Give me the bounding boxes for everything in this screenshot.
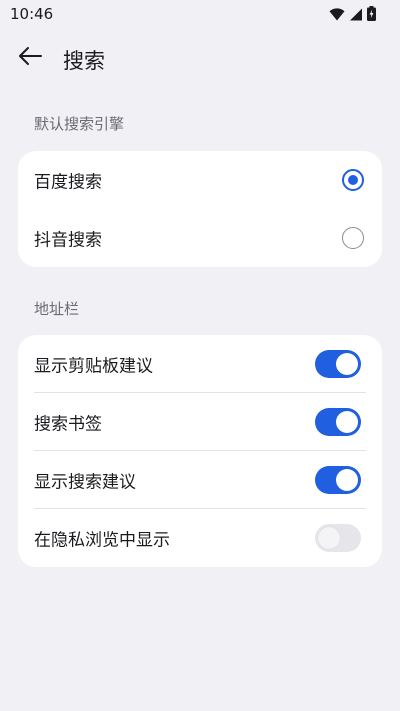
cellular-signal-icon [349,6,363,25]
section-label-default-search-engine: 默认搜索引擎 [34,115,125,133]
toggle-switch[interactable] [315,408,361,436]
setting-label: 搜索书签 [34,414,102,435]
status-time: 10:46 [10,5,54,23]
wifi-icon [329,6,345,25]
search-engine-option-douyin[interactable]: 抖音搜索 [18,209,382,267]
search-engine-option-baidu[interactable]: 百度搜索 [18,151,382,209]
radio-button-unselected[interactable] [342,227,364,249]
toggle-switch[interactable] [315,524,361,552]
address-bar-card: 显示剪贴板建议 搜索书签 显示搜索建议 在隐私浏览中显示 [18,335,382,567]
app-bar: 搜索 [0,36,400,80]
radio-button-selected[interactable] [342,169,364,191]
search-engine-card: 百度搜索 抖音搜索 [18,151,382,267]
battery-icon [367,6,376,25]
setting-label: 在隐私浏览中显示 [34,530,170,551]
toggle-switch[interactable] [315,466,361,494]
status-icons [329,6,376,25]
setting-label: 显示剪贴板建议 [34,356,153,377]
section-label-address-bar: 地址栏 [34,300,80,318]
setting-row-show-in-private-browsing[interactable]: 在隐私浏览中显示 [18,509,382,567]
setting-row-search-bookmarks[interactable]: 搜索书签 [18,393,382,451]
setting-row-clipboard-suggestions[interactable]: 显示剪贴板建议 [18,335,382,393]
option-label: 抖音搜索 [34,230,102,251]
status-bar: 10:46 [0,0,400,28]
page-title: 搜索 [63,49,105,73]
back-button[interactable] [14,44,46,72]
setting-row-search-suggestions[interactable]: 显示搜索建议 [18,451,382,509]
setting-label: 显示搜索建议 [34,472,136,493]
toggle-switch[interactable] [315,350,361,378]
back-arrow-icon [17,46,43,70]
option-label: 百度搜索 [34,172,102,193]
